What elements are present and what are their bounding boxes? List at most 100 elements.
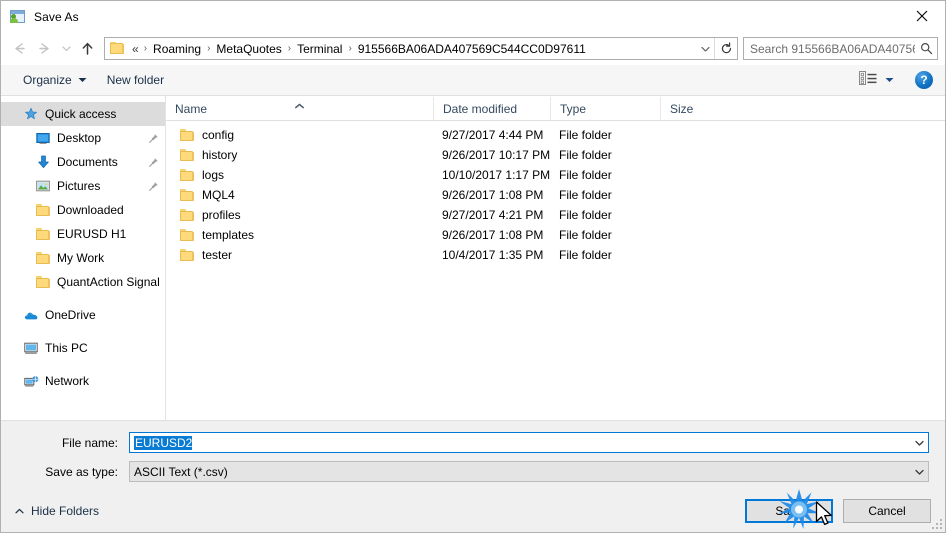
toolbar-right-group: ?	[856, 69, 937, 91]
chevron-down-icon[interactable]	[911, 468, 928, 476]
file-rows: config 9/27/2017 4:44 PM File folder his…	[166, 121, 945, 420]
save-as-app-icon	[10, 9, 26, 25]
folder-icon	[180, 169, 195, 181]
file-date-cell: 10/10/2017 1:17 PM	[442, 168, 550, 182]
breadcrumb-lead[interactable]: «	[130, 41, 140, 57]
folder-icon	[180, 189, 195, 201]
resize-grip-icon[interactable]	[930, 517, 942, 529]
sidebar-item-eurusd-h1[interactable]: EURUSD H1	[1, 222, 165, 246]
column-header-row: Name Date modified Type Size	[166, 96, 945, 121]
view-layout-button[interactable]	[856, 69, 897, 91]
sidebar-item-label: Downloaded	[57, 203, 124, 217]
sidebar-item-downloaded[interactable]: Downloaded	[1, 198, 165, 222]
network-icon	[23, 373, 39, 389]
refresh-icon[interactable]	[714, 38, 737, 59]
help-circle-icon[interactable]: ?	[915, 71, 933, 89]
breadcrumb-item-terminal-id[interactable]: 915566BA06ADA407569C544CC0D97611	[356, 41, 588, 57]
column-header-size[interactable]: Size	[660, 97, 742, 120]
file-type-cell: File folder	[559, 148, 612, 162]
table-row[interactable]: templates 9/26/2017 1:08 PM File folder	[166, 225, 945, 245]
new-folder-button[interactable]: New folder	[99, 69, 172, 91]
sidebar-item-onedrive[interactable]: OneDrive	[1, 303, 165, 327]
sidebar-item-label: EURUSD H1	[57, 227, 127, 241]
table-row[interactable]: profiles 9/27/2017 4:21 PM File folder	[166, 205, 945, 225]
file-name-cell: history	[166, 148, 433, 162]
up-arrow-icon[interactable]	[75, 37, 100, 61]
close-icon[interactable]	[899, 1, 945, 31]
this-pc-monitor-icon	[23, 340, 39, 356]
breadcrumb-item-roaming[interactable]: Roaming	[151, 41, 203, 57]
navigation-pane: Quick access Desktop Documents Pictures …	[1, 96, 166, 420]
chevron-down-icon[interactable]	[696, 38, 714, 59]
onedrive-cloud-icon	[23, 307, 39, 323]
search-input[interactable]: Search 915566BA06ADA40756...	[743, 37, 938, 60]
save-button[interactable]: Save	[745, 499, 833, 523]
file-type-cell: File folder	[559, 128, 612, 142]
save-as-type-value: ASCII Text (*.csv)	[134, 464, 228, 479]
column-header-label: Name	[175, 102, 208, 116]
file-name-cell: templates	[166, 228, 433, 242]
save-label: Save	[775, 504, 803, 518]
file-type-cell: File folder	[559, 228, 612, 242]
table-row[interactable]: tester 10/4/2017 1:35 PM File folder	[166, 245, 945, 265]
column-header-name[interactable]: Name	[166, 97, 433, 120]
sidebar-item-desktop[interactable]: Desktop	[1, 126, 165, 150]
pin-icon[interactable]	[147, 155, 159, 169]
breadcrumb-item-metaquotes[interactable]: MetaQuotes	[214, 41, 283, 57]
organize-button[interactable]: Organize	[15, 69, 95, 91]
table-row[interactable]: MQL4 9/26/2017 1:08 PM File folder	[166, 185, 945, 205]
address-bar[interactable]: « › Roaming › MetaQuotes › Terminal › 91…	[104, 37, 738, 60]
sidebar-item-quick-access[interactable]: Quick access	[1, 102, 165, 126]
folder-icon	[35, 226, 51, 242]
address-bar-row: « › Roaming › MetaQuotes › Terminal › 91…	[1, 32, 945, 65]
file-date-cell: 9/26/2017 10:17 PM	[442, 148, 550, 162]
sidebar-item-label: Quick access	[45, 107, 117, 121]
breadcrumb-item-terminal[interactable]: Terminal	[295, 41, 344, 57]
caret-down-icon	[78, 77, 87, 83]
back-arrow-icon[interactable]	[7, 37, 32, 61]
column-header-type[interactable]: Type	[550, 97, 660, 120]
recent-locations-chevron-icon[interactable]	[57, 37, 75, 61]
search-placeholder: Search 915566BA06ADA40756...	[750, 41, 915, 56]
breadcrumb-separator: ›	[143, 43, 148, 54]
file-type-cell: File folder	[559, 168, 612, 182]
sidebar-item-quantaction-signal[interactable]: QuantAction Signal	[1, 270, 165, 294]
file-name-cell: logs	[166, 168, 433, 182]
sidebar-item-label: Desktop	[57, 131, 102, 145]
file-type-cell: File folder	[559, 188, 612, 202]
folder-icon	[180, 249, 195, 261]
forward-arrow-icon[interactable]	[32, 37, 57, 61]
sidebar-item-this-pc[interactable]: This PC	[1, 336, 165, 360]
table-row[interactable]: logs 10/10/2017 1:17 PM File folder	[166, 165, 945, 185]
hide-folders-button[interactable]: Hide Folders	[15, 504, 99, 518]
breadcrumb-separator: ›	[207, 43, 211, 54]
column-header-label: Date modified	[443, 102, 518, 116]
file-name-label: config	[202, 128, 235, 142]
documents-download-icon	[35, 154, 51, 170]
table-row[interactable]: history 9/26/2017 10:17 PM File folder	[166, 145, 945, 165]
column-header-date-modified[interactable]: Date modified	[433, 97, 550, 120]
folder-icon	[180, 209, 195, 221]
sidebar-item-documents[interactable]: Documents	[1, 150, 165, 174]
save-as-type-select[interactable]: ASCII Text (*.csv)	[129, 461, 929, 482]
pin-icon[interactable]	[147, 131, 159, 145]
table-row[interactable]: config 9/27/2017 4:44 PM File folder	[166, 125, 945, 145]
file-name-input[interactable]: EURUSD2	[129, 432, 929, 453]
folder-icon	[35, 250, 51, 266]
chevron-down-icon[interactable]	[911, 439, 928, 447]
folder-icon	[35, 202, 51, 218]
file-name-cell: profiles	[166, 208, 433, 222]
sidebar-item-pictures[interactable]: Pictures	[1, 174, 165, 198]
sidebar-item-network[interactable]: Network	[1, 369, 165, 393]
breadcrumb-separator: ›	[287, 43, 292, 54]
cancel-button[interactable]: Cancel	[843, 499, 931, 523]
file-type-cell: File folder	[559, 208, 612, 222]
sidebar-item-my-work[interactable]: My Work	[1, 246, 165, 270]
file-date-cell: 9/26/2017 1:08 PM	[442, 188, 544, 202]
save-as-dialog: Save As « › Roaming › MetaQuotes › Termi…	[0, 0, 946, 533]
sort-ascending-caret-icon	[294, 99, 305, 113]
hide-folders-label: Hide Folders	[31, 504, 100, 518]
pin-icon[interactable]	[147, 179, 159, 193]
